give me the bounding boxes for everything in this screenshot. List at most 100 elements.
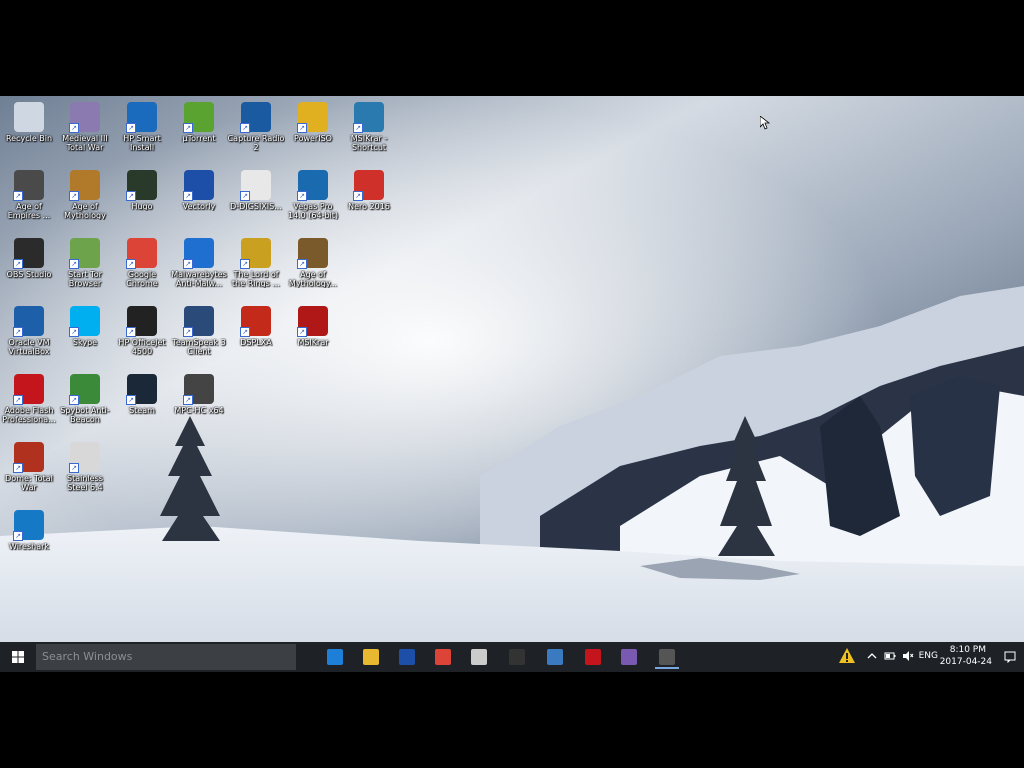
desktop-icon-label: Capture Radio 2	[227, 134, 285, 152]
wireshark-icon: ↗	[13, 510, 44, 541]
desktop-icon-label: Recycle Bin	[5, 134, 53, 143]
chevron-up-icon[interactable]	[866, 650, 878, 662]
search-box[interactable]: Search Windows	[36, 644, 296, 670]
taskbar-app-photo-taskbar[interactable]	[540, 645, 570, 669]
taskbar-app-media-taskbar[interactable]	[614, 645, 644, 669]
desktop-icon-label: Age of Empires ...	[7, 202, 51, 220]
desktop-icon-label: Google Chrome	[126, 270, 158, 288]
desktop-icon-label: The Lord of the Rings ...	[232, 270, 280, 288]
msi-shortcut-icon: ↗	[353, 102, 384, 133]
taskbar-app-chrome-taskbar[interactable]	[428, 645, 458, 669]
desktop-icon-utorrent[interactable]: ↗ µTorrent	[170, 100, 228, 143]
desktop-icon-msi-shortcut[interactable]: ↗ MSIKrar - Shortcut	[340, 100, 398, 152]
document-icon: ↗	[240, 170, 271, 201]
desktop-icon-chrome[interactable]: ↗ Google Chrome	[113, 236, 171, 288]
desktop-icon-obs[interactable]: ↗ OBS Studio	[0, 236, 58, 279]
shortcut-arrow-icon: ↗	[69, 191, 79, 201]
teamspeak-icon: ↗	[183, 306, 214, 337]
desktop-icon-poweriso[interactable]: ↗ PowerISO	[284, 100, 342, 143]
shortcut-arrow-icon: ↗	[297, 123, 307, 133]
desktop-icon-label: MPC-HC x64	[174, 406, 224, 415]
shortcut-arrow-icon: ↗	[183, 327, 193, 337]
battery-icon[interactable]	[884, 650, 896, 662]
clock-date[interactable]: 2017-04-24	[926, 657, 992, 667]
desktop-icon-spybot[interactable]: ↗ Spybot Anti-Beacon	[56, 372, 114, 424]
warning-icon[interactable]	[838, 647, 856, 665]
desktop-icon-label: Vectorly	[182, 202, 216, 211]
printer-icon: ↗	[126, 306, 157, 337]
capture-radio-icon: ↗	[240, 102, 271, 133]
desktop-icon-vegas-pro[interactable]: ↗ Vegas Pro 14.0 (64-bit)	[284, 168, 342, 220]
desktop-icon-lotr[interactable]: ↗ The Lord of the Rings ...	[227, 236, 285, 288]
medieval-icon: ↗	[69, 102, 100, 133]
shortcut-arrow-icon: ↗	[69, 327, 79, 337]
shortcut-arrow-icon: ↗	[69, 463, 79, 473]
volume-muted-icon[interactable]	[902, 650, 914, 662]
taskbar-app-obs-taskbar[interactable]	[652, 645, 682, 669]
poweriso-icon: ↗	[297, 102, 328, 133]
utorrent-icon: ↗	[183, 102, 214, 133]
desktop-icon-medieval[interactable]: ↗ Medieval III Total War	[56, 100, 114, 152]
taskbar-app-terminal-taskbar[interactable]	[502, 645, 532, 669]
desktop-icon-label: Start Tor Browser	[68, 270, 102, 288]
desktop-icon-document[interactable]: ↗ D-DIGSIXIS...	[227, 168, 285, 211]
taskbar-app-flash-taskbar[interactable]	[578, 645, 608, 669]
hp-smart-icon: ↗	[126, 102, 157, 133]
desktop-icon-label: Oracle VM VirtualBox	[8, 338, 50, 356]
desktop-icon-msi[interactable]: ↗ MSIKrar	[284, 304, 342, 347]
desktop-icon-capture-radio[interactable]: ↗ Capture Radio 2	[227, 100, 285, 152]
desktop-icon-malwarebytes[interactable]: ↗ Malwarebytes Anti-Malw...	[170, 236, 228, 288]
desktop-icon-wireshark[interactable]: ↗ Wireshark	[0, 508, 58, 551]
virtualbox-icon: ↗	[13, 306, 44, 337]
file-explorer-icon	[363, 649, 379, 665]
taskbar-app-file-explorer[interactable]	[356, 645, 386, 669]
desktop-icon-hp-smart[interactable]: ↗ HP Smart Install	[113, 100, 171, 152]
taskbar-app-edge[interactable]	[320, 645, 350, 669]
desktop-icon-printer[interactable]: ↗ HP OfficeJet 4500	[113, 304, 171, 356]
desktop-icon-recycle-bin[interactable]: Recycle Bin	[0, 100, 58, 143]
desktop-icon-total-war[interactable]: ↗ Dome: Total War	[0, 440, 58, 492]
flash-taskbar-icon	[585, 649, 601, 665]
desktop-icon-mpc-hc[interactable]: ↗ MPC-HC x64	[170, 372, 228, 415]
spybot-icon: ↗	[69, 374, 100, 405]
desktop-icon-teamspeak[interactable]: ↗ TeamSpeak 3 Client	[170, 304, 228, 356]
shortcut-arrow-icon: ↗	[297, 327, 307, 337]
taskbar-app-vectorly-taskbar[interactable]	[392, 645, 422, 669]
vectorly-icon: ↗	[183, 170, 214, 201]
desktop-icon-nero[interactable]: ↗ Nero 2016	[340, 168, 398, 211]
notification-icon[interactable]	[1004, 651, 1016, 663]
desktop-icon-hugo[interactable]: ↗ Hugo	[113, 168, 171, 211]
start-button[interactable]	[0, 642, 36, 672]
desktop-icon-label: Adobe Flash Professiona...	[2, 406, 56, 424]
desktop-icon-stainless-steel[interactable]: ↗ Stainless Steel 6.4	[56, 440, 114, 492]
shortcut-arrow-icon: ↗	[13, 327, 23, 337]
hugo-icon: ↗	[126, 170, 157, 201]
desktop-icon-adobe-flash[interactable]: ↗ Adobe Flash Professiona...	[0, 372, 58, 424]
desktop-icon-vectorly[interactable]: ↗ Vectorly	[170, 168, 228, 211]
clock-time[interactable]: 8:10 PM	[926, 645, 986, 655]
shortcut-arrow-icon: ↗	[183, 395, 193, 405]
desktop-icon-label: Malwarebytes Anti-Malw...	[171, 270, 227, 288]
desktop-icon-steam[interactable]: ↗ Steam	[113, 372, 171, 415]
desktop-icon-label: Steam	[129, 406, 155, 415]
desktop-icon-label: Medieval III Total War	[62, 134, 108, 152]
shortcut-arrow-icon: ↗	[240, 123, 250, 133]
desktop-icon-age-of-empires[interactable]: ↗ Age of Empires ...	[0, 168, 58, 220]
shortcut-arrow-icon: ↗	[126, 259, 136, 269]
desktop-icon-virtualbox[interactable]: ↗ Oracle VM VirtualBox	[0, 304, 58, 356]
shortcut-arrow-icon: ↗	[13, 395, 23, 405]
desktop-icon-label: PowerISO	[294, 134, 332, 143]
shortcut-arrow-icon: ↗	[240, 327, 250, 337]
desktop-icon-label: Spybot Anti-Beacon	[60, 406, 110, 424]
age-of-mythology-icon: ↗	[69, 170, 100, 201]
desktop-icon-label: Nero 2016	[348, 202, 390, 211]
desktop-icon-age-of-mythology[interactable]: ↗ Age of Mythology	[56, 168, 114, 220]
desktop-icon-dsplxa[interactable]: ↗ DSPLXA	[227, 304, 285, 347]
desktop-icon-skype[interactable]: ↗ Skype	[56, 304, 114, 347]
shortcut-arrow-icon: ↗	[183, 123, 193, 133]
desktop-icon-tor[interactable]: ↗ Start Tor Browser	[56, 236, 114, 288]
taskbar-app-tool-taskbar[interactable]	[464, 645, 494, 669]
system-tray: ENG 8:10 PM 2017-04-24	[834, 642, 1024, 672]
desktop-icon-aom-extended[interactable]: ↗ Age of Mythology...	[284, 236, 342, 288]
desktop-icon-label: TeamSpeak 3 Client	[172, 338, 226, 356]
